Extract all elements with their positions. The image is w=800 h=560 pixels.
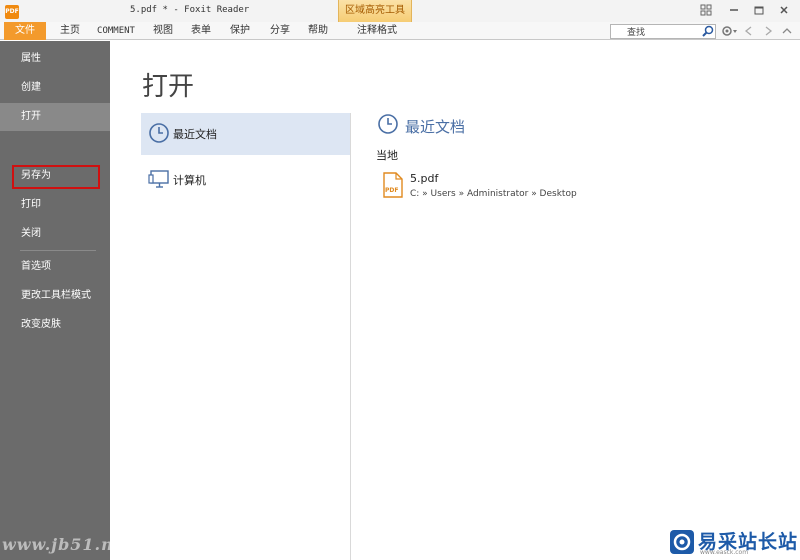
tab-protect[interactable]: 保护	[225, 22, 255, 40]
brand-logo-icon	[670, 530, 694, 554]
menu-item-create[interactable]: 创建	[0, 74, 110, 102]
collapse-ribbon-icon[interactable]	[780, 24, 794, 38]
restore-icon[interactable]	[698, 4, 714, 18]
recent-file-name[interactable]: 5.pdf	[410, 172, 438, 185]
minimize-icon[interactable]	[726, 4, 742, 18]
page-title: 打开	[142, 72, 195, 102]
clock-icon	[377, 113, 399, 135]
forward-icon[interactable]	[761, 24, 775, 38]
tab-comment[interactable]: COMMENT	[94, 22, 138, 40]
place-computer[interactable]: 计算机	[141, 159, 350, 201]
menu-item-close[interactable]: 关闭	[0, 220, 110, 248]
menu-item-change-skin[interactable]: 改变皮肤	[0, 311, 110, 339]
column-divider	[350, 113, 351, 560]
local-group-label: 当地	[376, 149, 398, 162]
search-icon[interactable]	[701, 24, 715, 38]
tab-annotation-format[interactable]: 注释格式	[348, 22, 406, 40]
window-title: 5.pdf * - Foxit Reader	[130, 5, 250, 15]
place-recent-documents[interactable]: 最近文档	[141, 113, 350, 155]
search-input[interactable]	[627, 25, 701, 38]
svg-text:PDF: PDF	[385, 187, 398, 194]
maximize-icon[interactable]	[751, 4, 767, 18]
menu-item-print[interactable]: 打印	[0, 191, 110, 219]
close-icon[interactable]	[776, 4, 792, 18]
place-label: 最近文档	[173, 128, 217, 141]
menu-item-toolbar-mode[interactable]: 更改工具栏模式	[0, 282, 110, 310]
watermark-left: www.jb51.net	[2, 535, 134, 554]
gear-icon[interactable]	[720, 24, 740, 38]
place-label: 计算机	[173, 174, 206, 187]
tab-view[interactable]: 视图	[148, 22, 178, 40]
ribbon-tab-row: 文件 主页 COMMENT 视图 表单 保护 分享 帮助 注释格式	[0, 22, 800, 40]
foxit-logo-icon: PDF	[5, 5, 19, 19]
watermark-subtitle: www.easck.com	[700, 549, 749, 556]
tab-form[interactable]: 表单	[186, 22, 216, 40]
back-icon[interactable]	[742, 24, 756, 38]
save-as-highlight-box	[12, 165, 100, 189]
tab-file[interactable]: 文件	[4, 22, 46, 40]
pdf-file-icon[interactable]: PDF	[382, 172, 404, 198]
recent-file-path: C: » Users » Administrator » Desktop	[410, 189, 577, 199]
context-tab-group-label: 区域高亮工具	[338, 0, 412, 22]
sidebar-divider	[20, 250, 96, 251]
tab-help[interactable]: 帮助	[303, 22, 333, 40]
clock-icon	[148, 122, 170, 144]
watermark-logo: 易采站长站 www.easck.com	[666, 526, 800, 560]
file-menu-sidebar: 属性 创建 打开 另存为 打印 关闭 首选项 更改工具栏模式 改变皮肤	[0, 41, 110, 560]
title-bar: PDF 5.pdf * - Foxit Reader 区域高亮工具	[0, 0, 800, 22]
menu-item-preferences[interactable]: 首选项	[0, 253, 110, 281]
menu-item-properties[interactable]: 属性	[0, 45, 110, 73]
menu-item-open[interactable]: 打开	[0, 103, 110, 131]
tab-share[interactable]: 分享	[265, 22, 295, 40]
recent-documents-heading: 最近文档	[405, 118, 466, 136]
computer-icon	[148, 168, 170, 190]
tab-home[interactable]: 主页	[54, 22, 86, 40]
